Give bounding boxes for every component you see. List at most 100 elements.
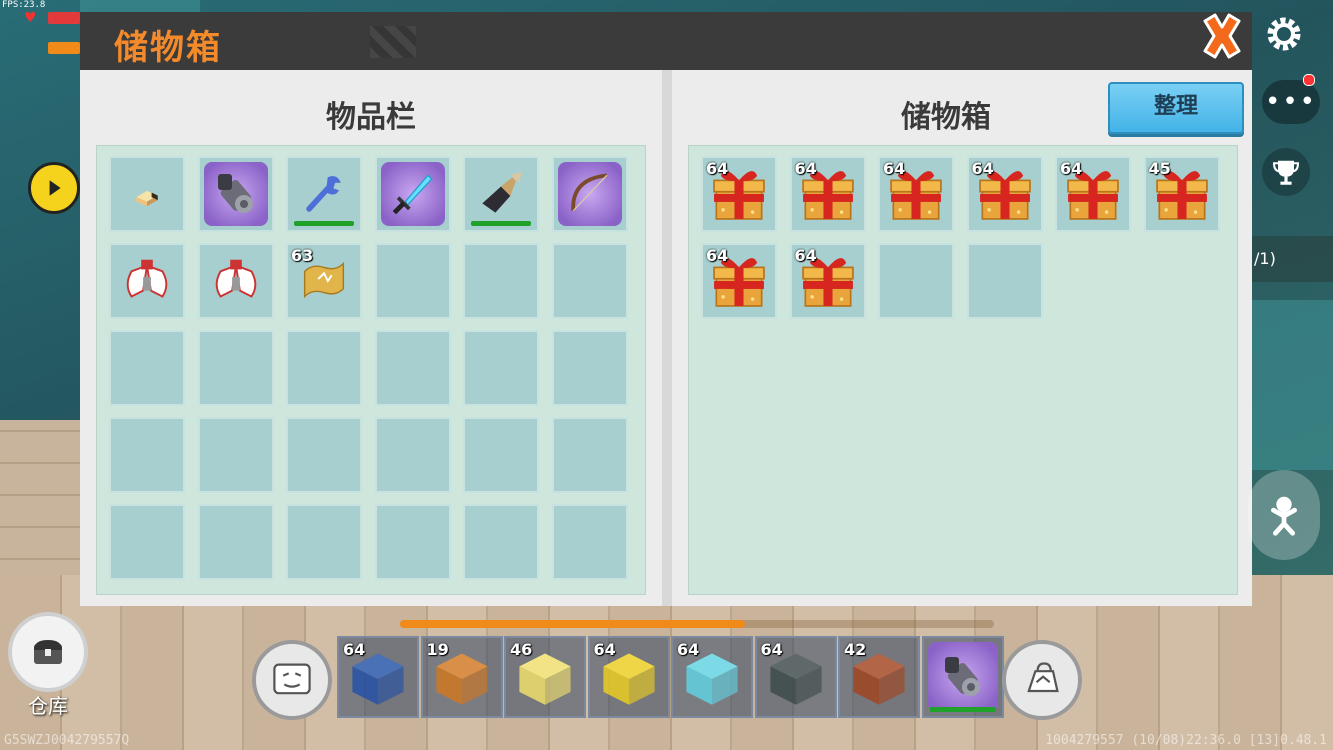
inventory-slot[interactable] <box>374 330 451 406</box>
session-info: 1004279557 (10/08)22:36.0 [13]0.48.1 <box>1045 733 1327 748</box>
wings-armor-icon <box>111 245 183 317</box>
play-icon <box>49 180 61 196</box>
inventory-slot[interactable] <box>551 156 628 232</box>
warehouse-button[interactable] <box>8 612 88 692</box>
storage-slot[interactable]: 64 <box>878 156 954 232</box>
item-count: 64 <box>760 640 783 659</box>
inventory-slot[interactable] <box>197 417 274 493</box>
side-counter: /1) <box>1252 236 1333 282</box>
achievement-button[interactable] <box>1262 148 1310 196</box>
item-count: 64 <box>706 159 729 178</box>
item-count: 42 <box>844 640 867 659</box>
inventory-slot[interactable] <box>197 243 274 319</box>
inventory-slot[interactable] <box>109 330 185 406</box>
trophy-icon <box>1272 160 1300 185</box>
backpack-icon <box>1027 662 1059 693</box>
storage-slot[interactable]: 45 <box>1143 156 1220 232</box>
hotbar-slot[interactable]: 42 <box>838 636 920 718</box>
storage-slot[interactable]: 64 <box>789 243 866 319</box>
device-id: G5SWZJ004279557Q <box>4 733 130 748</box>
storage-grid: 64 64 64 64 64 45 64 64 <box>688 145 1238 595</box>
heart-icon: ♥ <box>24 10 37 26</box>
storage-slot[interactable]: 64 <box>789 156 866 232</box>
hunger-bar <box>48 42 80 54</box>
character-icon <box>1271 496 1297 536</box>
more-icon: ••• <box>1264 87 1317 117</box>
inventory-slot[interactable] <box>463 330 539 406</box>
inventory-slot[interactable] <box>374 417 451 493</box>
storage-panel: 储物箱 整理 64 64 64 64 64 45 64 64 <box>672 70 1252 606</box>
inventory-slot[interactable] <box>286 417 362 493</box>
inventory-slot[interactable] <box>109 156 185 232</box>
hotbar-slot[interactable]: 64 <box>337 636 419 718</box>
storage-slot[interactable]: 64 <box>1055 156 1131 232</box>
inventory-slot[interactable] <box>463 417 539 493</box>
close-button[interactable] <box>1192 6 1252 66</box>
storage-slot[interactable]: 64 <box>701 243 777 319</box>
inventory-slot[interactable] <box>109 417 185 493</box>
inventory-slot[interactable] <box>463 156 539 232</box>
inventory-slot[interactable] <box>286 330 362 406</box>
gear-icon <box>1267 17 1301 51</box>
storage-slot[interactable]: 64 <box>701 156 777 232</box>
jump-button[interactable] <box>1248 470 1320 560</box>
inventory-slot[interactable] <box>286 156 362 232</box>
emote-button[interactable] <box>252 640 332 720</box>
item-count: 64 <box>593 640 616 659</box>
storage-slot[interactable] <box>966 243 1043 319</box>
inventory-slot[interactable] <box>374 156 451 232</box>
inventory-slot[interactable] <box>197 156 274 232</box>
inventory-slot[interactable] <box>551 330 628 406</box>
window-header: 储物箱 <box>80 12 1252 72</box>
hotbar-slot[interactable]: 19 <box>420 636 503 718</box>
inventory-slot[interactable] <box>197 330 274 406</box>
inventory-slot[interactable] <box>551 504 628 580</box>
inventory-slot[interactable] <box>286 504 362 580</box>
inventory-slot[interactable] <box>551 417 628 493</box>
close-icon <box>1203 13 1241 59</box>
item-count: 64 <box>706 246 729 265</box>
inventory-slot[interactable] <box>463 504 539 580</box>
health-bar <box>48 12 80 24</box>
item-count: 46 <box>510 640 533 659</box>
play-button[interactable] <box>28 162 80 214</box>
hotbar-slot[interactable]: 64 <box>754 636 837 718</box>
inventory-slot[interactable] <box>109 504 185 580</box>
craft-button[interactable] <box>1002 640 1082 720</box>
inventory-slot[interactable]: 63 <box>286 243 362 319</box>
storage-slot[interactable]: 64 <box>966 156 1043 232</box>
hotbar-slot[interactable] <box>921 636 1004 718</box>
item-count: 64 <box>794 159 817 178</box>
settings-button[interactable] <box>1262 12 1306 56</box>
item-count: 64 <box>1060 159 1083 178</box>
inventory-slot[interactable] <box>197 504 274 580</box>
item-count: 45 <box>1148 159 1171 178</box>
inventory-slot[interactable] <box>374 504 451 580</box>
inventory-slot[interactable] <box>463 243 539 319</box>
purple-drill-icon <box>200 158 272 230</box>
durability-bar <box>294 221 354 226</box>
xp-bar <box>400 620 745 628</box>
hotbar-slot[interactable]: 64 <box>587 636 670 718</box>
warehouse-label: 仓库 <box>28 694 68 718</box>
inventory-slot[interactable] <box>109 243 185 319</box>
inventory-grid: 63 <box>96 145 646 595</box>
item-count: 64 <box>794 246 817 265</box>
hotbar-slot[interactable]: 46 <box>504 636 586 718</box>
chest-icon <box>34 640 62 664</box>
storage-chest-window: 储物箱 物品栏 63 储物箱 整理 64 64 64 64 64 45 64 64 <box>80 12 1252 606</box>
hotbar-slot[interactable]: 64 <box>671 636 753 718</box>
bow-icon <box>554 158 626 230</box>
durability-bar <box>471 221 531 226</box>
inventory-slot[interactable] <box>551 243 628 319</box>
inventory-slot[interactable] <box>374 243 451 319</box>
item-count: 63 <box>291 246 314 265</box>
wings-armor-icon <box>200 245 272 317</box>
more-button[interactable]: ••• <box>1262 80 1320 124</box>
fps-counter: FPS:23.8 <box>2 0 46 10</box>
item-count: 19 <box>426 640 449 659</box>
sort-button[interactable]: 整理 <box>1108 82 1244 134</box>
storage-slot[interactable] <box>878 243 954 319</box>
item-count: 64 <box>343 640 366 659</box>
notification-dot <box>1303 74 1315 86</box>
